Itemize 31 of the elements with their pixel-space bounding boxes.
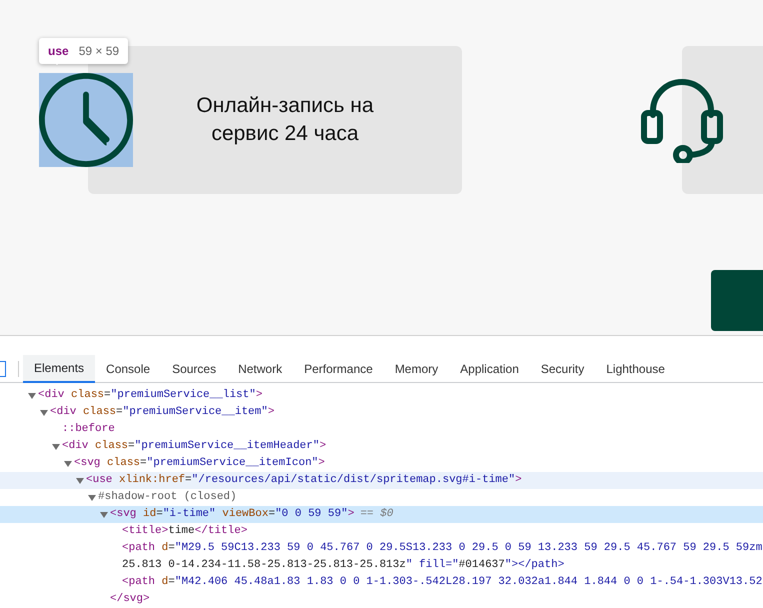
dom-node[interactable]: #shadow-root (closed) (98, 491, 237, 503)
devtools-tab[interactable]: Performance (293, 354, 384, 382)
devtools-tab[interactable]: Lighthouse (595, 354, 676, 382)
devtools-tab[interactable]: Security (530, 354, 596, 382)
dom-node[interactable]: <div class="premiumService__itemHeader"> (62, 440, 326, 452)
expand-arrow-icon[interactable] (28, 393, 36, 399)
dom-node[interactable]: <div class="premiumService__list"> (38, 389, 262, 401)
expand-arrow-icon[interactable] (40, 410, 48, 416)
dom-node[interactable]: <path d="M29.5 59C13.233 59 0 45.767 0 29.5S13.233 0 29.5 0 59 13.233 59 29.5 45.767 59 29.5 59zm (122, 542, 762, 554)
devtools-tab[interactable]: Memory (384, 354, 450, 382)
dom-node[interactable]: <svg id="i-time" viewBox="0 0 59 59"> (110, 508, 354, 520)
console-reference: == $0 (360, 508, 394, 520)
dom-node[interactable]: <path d="M42.406 45.48a1.83 1.83 0 0 1-1.303-.542L28.197 32.032a1.844 1.844 0 0 1-.54-1.303V13.52 (122, 576, 762, 588)
dom-node[interactable]: <div class="premiumService__item"> (50, 406, 274, 418)
dom-node[interactable]: <title>time</title> (122, 525, 248, 537)
devtools-tab[interactable]: Network (227, 354, 294, 382)
devtools-tab[interactable]: Sources (161, 354, 228, 382)
card-title: Онлайн-запись на сервис 24 часа (195, 93, 375, 147)
expand-arrow-icon[interactable] (52, 444, 60, 450)
devtools-tab[interactable]: Elements (23, 354, 96, 382)
expand-arrow-icon[interactable] (76, 478, 84, 484)
dom-node[interactable]: </svg> (110, 593, 150, 605)
inspect-element-icon[interactable] (0, 360, 6, 376)
element-size: 59 × 59 (78, 43, 120, 60)
tag-name: use (48, 43, 69, 60)
dom-node[interactable]: 25.813 0-14.234-11.58-25.813-25.813-25.813z" fill="#014637"></path> (122, 559, 564, 571)
expand-arrow-icon[interactable] (100, 512, 108, 518)
devtools-tab[interactable]: Console (95, 354, 162, 382)
dom-node[interactable]: ::before (62, 423, 115, 435)
devtools-tab[interactable]: Application (449, 354, 530, 382)
dom-node[interactable]: <svg class="premiumService__itemIcon"> (74, 457, 325, 469)
